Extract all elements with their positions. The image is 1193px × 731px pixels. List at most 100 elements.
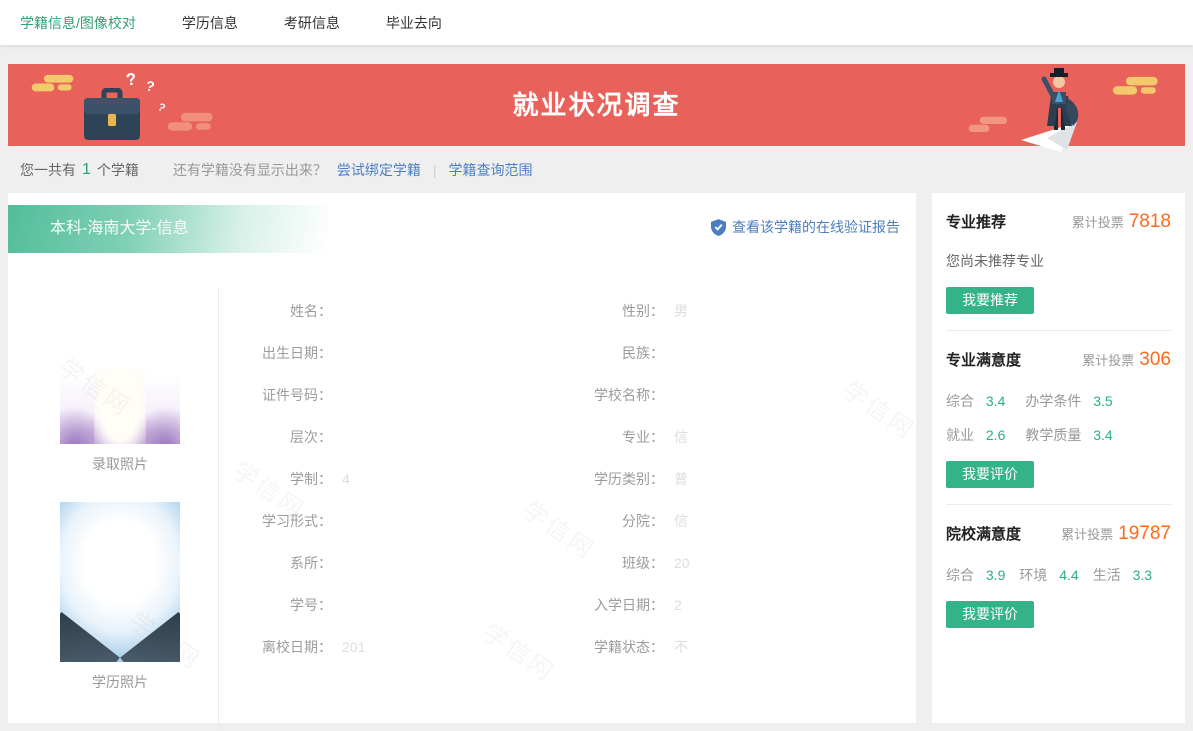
shield-check-icon: [711, 219, 726, 236]
summary-prefix: 您一共有: [20, 160, 76, 180]
field-row: 学制： 4 学历类别： 普: [220, 458, 914, 500]
score-label: 办学条件: [1025, 393, 1081, 409]
degree-header: 本科-海南大学-信息: [8, 205, 328, 253]
sidebar: 专业推荐 累计投票 7818 您尚未推荐专业 我要推荐 专业满意度 累计投票 3…: [932, 193, 1185, 723]
votes-label: 累计投票: [1061, 524, 1113, 543]
score-item: 生活 3.3: [1093, 565, 1152, 585]
score-value: 4.4: [1059, 567, 1078, 583]
field-row: 学习形式： 分院： 信: [220, 500, 914, 542]
top-nav: 学籍信息/图像校对 学历信息 考研信息 毕业去向: [0, 0, 1193, 45]
score-item: 教学质量 3.4: [1025, 425, 1112, 445]
graduate-on-paper-plane-icon: [1007, 66, 1107, 146]
bind-status-link[interactable]: 尝试绑定学籍: [337, 160, 421, 180]
votes-label: 累计投票: [1072, 212, 1124, 231]
field-label: 学制：: [220, 469, 332, 489]
report-link-label: 查看该学籍的在线验证报告: [732, 217, 900, 237]
field-label: 入学日期：: [546, 595, 664, 615]
degree-photo-label: 学历照片: [52, 672, 188, 692]
field-value: 201: [332, 639, 546, 655]
field-row: 姓名： 性别： 男: [220, 290, 914, 332]
votes-count: 7818: [1129, 211, 1171, 233]
page: 学籍信息/图像校对 学历信息 考研信息 毕业去向 ? ? ? 就业状况调查: [0, 0, 1193, 731]
rate-school-button[interactable]: 我要评价: [946, 601, 1034, 628]
score-label: 教学质量: [1025, 427, 1081, 443]
section-title: 专业推荐: [946, 211, 1006, 232]
field-value: 信: [664, 427, 914, 447]
admission-photo-label: 录取照片: [52, 454, 188, 474]
student-status-summary: 您一共有 1 个学籍 还有学籍没有显示出来？ 尝试绑定学籍 | 学籍查询范围: [8, 146, 1185, 193]
field-label: 证件号码：: [220, 385, 332, 405]
votes-count: 306: [1139, 349, 1171, 371]
field-label: 出生日期：: [220, 343, 332, 363]
score-label: 生活: [1093, 567, 1121, 583]
score-value: 3.9: [986, 567, 1005, 583]
field-value: 20: [664, 555, 914, 571]
degree-photo: [60, 502, 180, 662]
summary-suffix: 个学籍: [97, 160, 139, 180]
recommend-note: 您尚未推荐专业: [946, 251, 1171, 271]
score-label: 环境: [1019, 567, 1047, 583]
score-value: 3.5: [1093, 393, 1112, 409]
score-item: 综合 3.9: [946, 565, 1005, 585]
student-status-card: 本科-海南大学-信息 查看该学籍的在线验证报告 录取照片 学历照片 姓名： 性别…: [8, 193, 916, 723]
major-recommend-section: 专业推荐 累计投票 7818 您尚未推荐专业 我要推荐: [946, 211, 1171, 330]
field-label: 学号：: [220, 595, 332, 615]
score-item: 综合 3.4: [946, 391, 1005, 411]
field-value: 4: [332, 471, 546, 487]
field-label: 专业：: [546, 427, 664, 447]
query-range-link[interactable]: 学籍查询范围: [449, 160, 533, 180]
cloud-icon: [967, 116, 1015, 135]
field-value: 男: [664, 301, 914, 321]
score-value: 3.4: [986, 393, 1005, 409]
status-count: 1: [82, 161, 91, 179]
field-value: 2: [664, 597, 914, 613]
score-label: 综合: [946, 567, 974, 583]
tab-student-status[interactable]: 学籍信息/图像校对: [20, 13, 136, 33]
score-item: 办学条件 3.5: [1025, 391, 1112, 411]
field-row: 系所： 班级： 20: [220, 542, 914, 584]
summary-question: 还有学籍没有显示出来？: [173, 160, 327, 180]
field-label: 学籍状态：: [546, 637, 664, 657]
section-title: 专业满意度: [946, 349, 1021, 370]
field-row: 学号： 入学日期： 2: [220, 584, 914, 626]
field-label: 班级：: [546, 553, 664, 573]
field-label: 学历类别：: [546, 469, 664, 489]
recommend-button[interactable]: 我要推荐: [946, 287, 1034, 314]
field-value: 不: [664, 637, 914, 657]
employment-survey-banner[interactable]: ? ? ? 就业状况调查: [8, 64, 1185, 146]
votes-count: 19787: [1118, 523, 1171, 545]
score-list: 综合 3.9 环境 4.4 生活 3.3: [946, 551, 1171, 585]
field-label: 民族：: [546, 343, 664, 363]
score-value: 3.3: [1133, 567, 1152, 583]
degree-header-title: 本科-海南大学-信息: [8, 205, 328, 253]
rate-major-button[interactable]: 我要评价: [946, 461, 1034, 488]
score-value: 3.4: [1093, 427, 1112, 443]
admission-photo: [60, 288, 180, 444]
link-divider: |: [433, 162, 437, 178]
field-row: 出生日期： 民族：: [220, 332, 914, 374]
field-label: 学习形式：: [220, 511, 332, 531]
field-row: 层次： 专业： 信: [220, 416, 914, 458]
online-verification-report-link[interactable]: 查看该学籍的在线验证报告: [711, 217, 900, 237]
tab-postgrad-info[interactable]: 考研信息: [284, 13, 340, 33]
photo-column: 录取照片 学历照片: [52, 288, 188, 692]
major-satisfaction-section: 专业满意度 累计投票 306 综合 3.4 办学条件 3.5 就业 2.6: [946, 330, 1171, 504]
tab-graduation-destination[interactable]: 毕业去向: [386, 13, 442, 33]
section-title: 院校满意度: [946, 523, 1021, 544]
student-fields: 姓名： 性别： 男 出生日期： 民族： 证件号码： 学校名称： 层次： 专业：: [220, 290, 914, 668]
field-value: 普: [664, 469, 914, 489]
field-label: 离校日期：: [220, 637, 332, 657]
field-label: 性别：: [546, 301, 664, 321]
column-divider: [218, 288, 219, 731]
cloud-icon: [1111, 76, 1167, 98]
score-item: 环境 4.4: [1019, 565, 1078, 585]
score-list: 综合 3.4 办学条件 3.5 就业 2.6 教学质量 3.4: [946, 377, 1171, 445]
votes-label: 累计投票: [1082, 350, 1134, 369]
score-value: 2.6: [986, 427, 1005, 443]
field-row: 证件号码： 学校名称：: [220, 374, 914, 416]
score-label: 综合: [946, 393, 974, 409]
score-label: 就业: [946, 427, 974, 443]
field-label: 层次：: [220, 427, 332, 447]
field-label: 学校名称：: [546, 385, 664, 405]
tab-education-info[interactable]: 学历信息: [182, 13, 238, 33]
